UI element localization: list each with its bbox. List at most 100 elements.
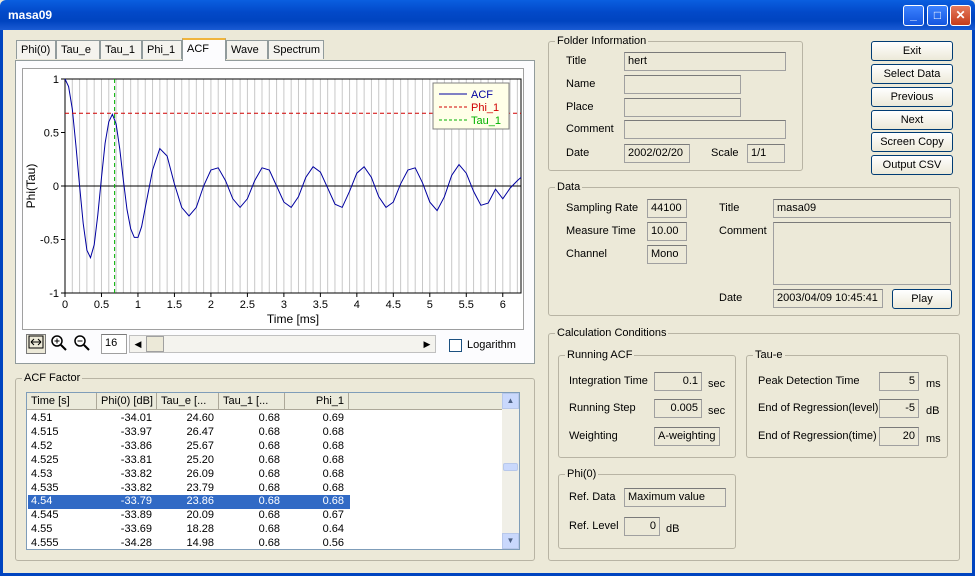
scroll-thumb[interactable] xyxy=(146,336,164,352)
scroll-left-icon[interactable]: ◀ xyxy=(130,336,146,352)
play-button[interactable]: Play xyxy=(892,289,952,309)
legend-label: Tau_1 xyxy=(471,115,501,127)
table-cell: 0.68 xyxy=(322,425,344,438)
table-cell: 0.56 xyxy=(322,537,344,550)
table-row[interactable]: 4.555 -34.28 14.98 0.68 0.56 xyxy=(28,537,350,551)
table-cell: 0.64 xyxy=(322,523,344,536)
zoom-out-button[interactable] xyxy=(72,334,92,354)
calc-title: Calculation Conditions xyxy=(555,327,669,339)
scroll-up-icon[interactable]: ▲ xyxy=(502,393,519,409)
folder-date-label: Date xyxy=(566,147,590,159)
phi0-title: Phi(0) xyxy=(565,468,599,480)
folder-info-title: Folder Information xyxy=(555,35,649,47)
exit-button[interactable]: Exit xyxy=(871,41,953,61)
table-cell: 25.67 xyxy=(186,439,214,452)
column-header-phi0[interactable]: Phi(0) [dB] xyxy=(97,393,157,410)
folder-place-label: Place xyxy=(566,101,594,113)
column-header-empty xyxy=(349,393,503,410)
scroll-value-field[interactable]: 16 xyxy=(101,334,127,354)
x-tick-label: 1 xyxy=(135,299,141,311)
table-row[interactable]: 4.545 -33.89 20.09 0.68 0.67 xyxy=(28,509,350,523)
table-row[interactable]: 4.54 -33.79 23.86 0.68 0.68 xyxy=(28,495,350,510)
table-cell: 4.52 xyxy=(31,439,53,452)
tab-acf[interactable]: ACF xyxy=(182,38,226,61)
logarithm-checkbox[interactable] xyxy=(449,339,462,352)
table-cell: 14.98 xyxy=(186,537,214,550)
column-header-time[interactable]: Time [s] xyxy=(27,393,97,410)
data-date-label: Date xyxy=(719,292,743,304)
select-data-button[interactable]: Select Data xyxy=(871,64,953,84)
fit-width-icon xyxy=(28,335,44,349)
table-row[interactable]: 4.52 -33.86 25.67 0.68 0.68 xyxy=(28,440,350,454)
tab-phi-1[interactable]: Phi_1 xyxy=(142,40,182,59)
column-header-tau-1[interactable]: Tau_1 [... xyxy=(219,393,285,410)
table-cell: 23.79 xyxy=(186,481,214,494)
close-button[interactable]: ✕ xyxy=(950,5,971,26)
table-row[interactable]: 4.535 -33.82 23.79 0.68 0.68 xyxy=(28,482,350,496)
previous-button[interactable]: Previous xyxy=(871,87,953,107)
x-tick-label: 5 xyxy=(427,299,433,311)
list-vscrollbar[interactable]: ▲ ▼ xyxy=(502,393,519,549)
table-row[interactable]: 4.51 -34.01 24.60 0.68 0.69 xyxy=(28,412,350,426)
list-scroll-thumb[interactable] xyxy=(503,463,518,471)
output-csv-button[interactable]: Output CSV xyxy=(871,155,953,175)
folder-place-field xyxy=(624,98,741,117)
ref-level-label: Ref. Level xyxy=(569,520,619,532)
y-tick-label: 0 xyxy=(53,181,59,193)
scroll-right-icon[interactable]: ▶ xyxy=(419,336,435,352)
phi0-group: Phi(0) xyxy=(558,468,736,549)
column-header-phi-1[interactable]: Phi_1 xyxy=(285,393,349,410)
window-title: masa09 xyxy=(8,8,53,22)
scroll-down-icon[interactable]: ▼ xyxy=(502,533,519,549)
acf-factor-list[interactable]: Time [s] Phi(0) [dB] Tau_e [... Tau_1 [.… xyxy=(26,392,520,550)
folder-date-field: 2002/02/20 xyxy=(624,144,690,163)
weighting-field: A-weighting xyxy=(654,427,720,446)
tab-spectrum[interactable]: Spectrum xyxy=(268,40,324,59)
table-cell: 0.68 xyxy=(258,412,280,424)
end-level-unit: dB xyxy=(926,405,940,417)
table-cell: 0.67 xyxy=(322,509,344,522)
sampling-rate-label: Sampling Rate xyxy=(566,202,639,214)
acf-factor-title: ACF Factor xyxy=(22,372,83,384)
table-cell: 0.68 xyxy=(322,495,344,508)
maximize-button[interactable]: □ xyxy=(927,5,948,26)
tab-wave[interactable]: Wave xyxy=(226,40,268,59)
table-cell: 4.55 xyxy=(31,523,53,536)
table-cell: 4.535 xyxy=(31,481,59,494)
table-cell: 0.68 xyxy=(258,481,280,494)
end-level-label: End of Regression(level) xyxy=(758,402,879,414)
x-tick-label: 0 xyxy=(62,299,68,311)
table-cell: -33.89 xyxy=(120,509,152,522)
folder-title-field: hert xyxy=(624,52,786,71)
tab-tau-e[interactable]: Tau_e xyxy=(56,40,100,59)
table-cell: 0.68 xyxy=(258,425,280,438)
table-row[interactable]: 4.515 -33.97 26.47 0.68 0.68 xyxy=(28,426,350,440)
table-row[interactable]: 4.525 -33.81 25.20 0.68 0.68 xyxy=(28,454,350,468)
table-cell: 4.545 xyxy=(31,509,59,522)
table-row[interactable]: 4.55 -33.69 18.28 0.68 0.64 xyxy=(28,523,350,537)
table-cell: 26.47 xyxy=(186,425,214,438)
minimize-button[interactable]: _ xyxy=(903,5,924,26)
data-comment-field xyxy=(773,222,951,285)
table-row[interactable]: 4.53 -33.82 26.09 0.68 0.68 xyxy=(28,468,350,482)
folder-scale-label: Scale xyxy=(711,147,739,159)
table-cell: -33.69 xyxy=(120,523,152,536)
table-cell: 25.20 xyxy=(186,453,214,466)
logarithm-label: Logarithm xyxy=(467,339,516,351)
y-tick-label: 1 xyxy=(53,74,59,86)
zoom-in-button[interactable] xyxy=(49,334,69,354)
fit-width-button[interactable] xyxy=(26,334,46,354)
table-cell: 0.68 xyxy=(322,481,344,494)
table-cell: 18.28 xyxy=(186,523,214,536)
chart-hscrollbar[interactable]: ◀ ▶ xyxy=(129,335,436,353)
y-tick-label: -1 xyxy=(49,288,59,300)
table-cell: 4.555 xyxy=(31,537,59,550)
table-cell: 20.09 xyxy=(186,509,214,522)
table-cell: 0.68 xyxy=(258,495,280,508)
tab-phi0[interactable]: Phi(0) xyxy=(16,40,56,59)
column-header-tau-e[interactable]: Tau_e [... xyxy=(157,393,219,410)
next-button[interactable]: Next xyxy=(871,110,953,130)
screen-copy-button[interactable]: Screen Copy xyxy=(871,132,953,152)
tab-tau-1[interactable]: Tau_1 xyxy=(100,40,142,59)
folder-comment-field xyxy=(624,120,786,139)
